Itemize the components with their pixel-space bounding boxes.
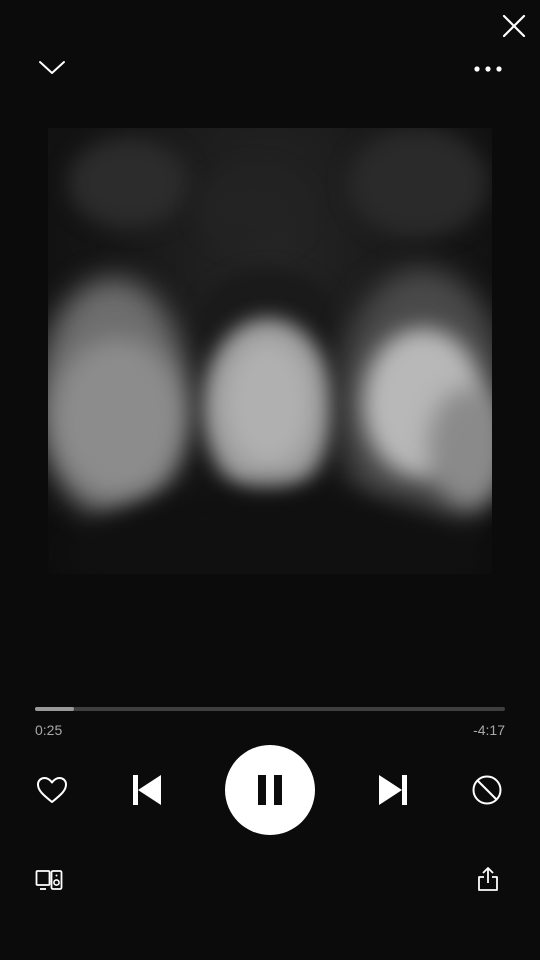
previous-button[interactable]	[124, 768, 168, 812]
devices-button[interactable]	[32, 864, 66, 896]
block-button[interactable]	[466, 769, 508, 811]
share-button[interactable]	[472, 862, 504, 896]
skip-next-icon	[379, 775, 407, 805]
skip-previous-icon	[133, 775, 161, 805]
more-dots-icon	[474, 66, 502, 72]
more-options-button[interactable]	[470, 56, 506, 82]
pause-button[interactable]	[225, 745, 315, 835]
close-icon	[502, 14, 526, 38]
album-art	[48, 128, 492, 574]
like-button[interactable]	[30, 770, 74, 810]
share-icon	[478, 867, 498, 891]
remaining-time: -4:17	[473, 722, 505, 738]
progress-fill	[35, 707, 74, 711]
next-button[interactable]	[372, 768, 416, 812]
block-icon	[472, 775, 502, 805]
collapse-button[interactable]	[34, 52, 70, 84]
heart-icon	[37, 777, 67, 803]
elapsed-time: 0:25	[35, 722, 63, 738]
chevron-down-icon	[39, 61, 65, 74]
progress-bar[interactable]	[35, 707, 505, 711]
connect-devices-icon	[35, 870, 63, 890]
close-button[interactable]	[496, 8, 532, 44]
pause-icon	[258, 775, 282, 805]
